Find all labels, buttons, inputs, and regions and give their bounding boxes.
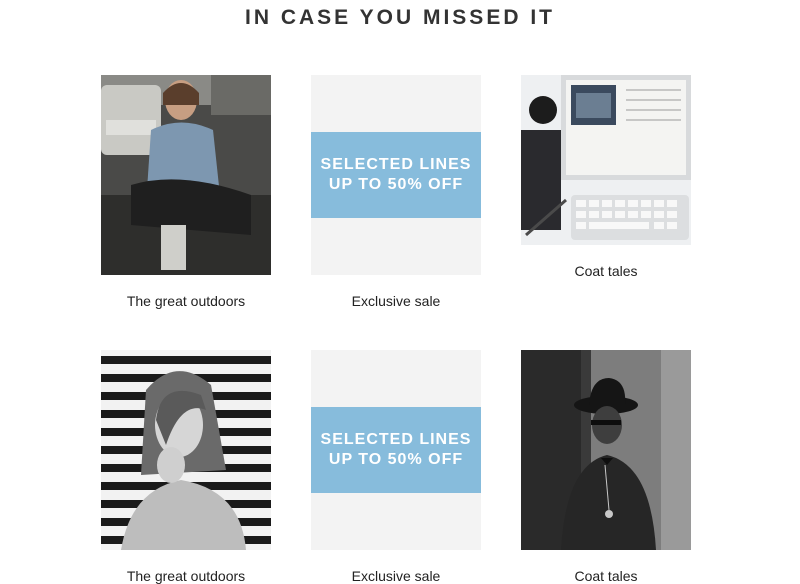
sale-banner-tile[interactable]: SELECTED LINES UP TO 50% OFF [311,75,481,275]
card-caption[interactable]: Exclusive sale [311,293,481,309]
man-in-hat-photo[interactable] [521,350,691,550]
card-caption[interactable]: The great outdoors [101,293,271,309]
sale-banner: SELECTED LINES UP TO 50% OFF [311,132,481,218]
sale-banner: SELECTED LINES UP TO 50% OFF [311,407,481,493]
product-card[interactable]: The great outdoors [101,350,271,584]
section-title: IN CASE YOU MISSED IT [245,6,555,29]
sale-banner-line2: UP TO 50% OFF [328,451,464,468]
product-card[interactable]: Coat tales [521,75,691,285]
sale-banner-line1: SELECTED LINES [320,156,472,173]
sale-card[interactable]: SELECTED LINES UP TO 50% OFF Exclusive s… [311,75,481,315]
desk-magazine-photo[interactable] [521,75,691,245]
sale-card[interactable]: SELECTED LINES UP TO 50% OFF Exclusive s… [311,350,481,584]
product-card[interactable]: The great outdoors [101,75,271,315]
sale-banner-line1: SELECTED LINES [320,431,472,448]
woman-portrait-photo[interactable] [101,350,271,550]
woman-sitting-photo[interactable] [101,75,271,275]
card-caption[interactable]: Coat tales [521,263,691,279]
sale-banner-tile[interactable]: SELECTED LINES UP TO 50% OFF [311,350,481,550]
product-card[interactable]: Coat tales [521,350,691,584]
sale-banner-line2: UP TO 50% OFF [328,176,464,193]
